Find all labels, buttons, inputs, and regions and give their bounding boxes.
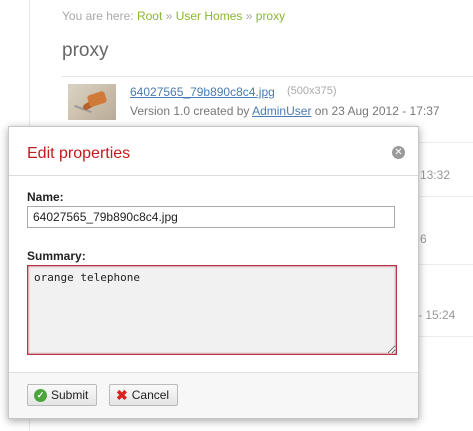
breadcrumb-separator: » <box>245 9 253 23</box>
page-title: proxy <box>62 40 109 61</box>
list-item: 64027565_79b890c8c4.jpg (500x375) Versio… <box>62 78 473 126</box>
breadcrumb-separator: » <box>165 9 173 23</box>
background-timestamp: 13:32 <box>420 168 451 182</box>
file-meta: Version 1.0 created by AdminUser on 23 A… <box>130 104 440 118</box>
background-timestamp: 6 <box>420 232 427 246</box>
dialog-header: Edit properties ✕ <box>9 127 418 176</box>
close-circle-icon[interactable]: ✕ <box>392 146 405 159</box>
name-field[interactable] <box>27 206 395 228</box>
cross-icon: ✖ <box>116 386 128 403</box>
divider <box>62 76 473 77</box>
name-label: Name: <box>27 190 64 204</box>
summary-field[interactable]: orange telephone <box>27 265 397 355</box>
cancel-button[interactable]: ✖ Cancel <box>109 384 179 406</box>
dialog-title: Edit properties <box>27 145 131 162</box>
background-timestamp: - 15:24 <box>418 308 456 322</box>
breadcrumb-item-root[interactable]: Root <box>137 9 162 23</box>
file-author-link[interactable]: AdminUser <box>252 104 311 118</box>
submit-button[interactable]: ✓ Submit <box>27 384 98 406</box>
file-meta-suffix: on 23 Aug 2012 - 17:37 <box>314 104 440 118</box>
edit-properties-dialog: Edit properties ✕ Name: Summary: orange … <box>8 126 419 419</box>
file-name-link[interactable]: 64027565_79b890c8c4.jpg <box>130 85 275 99</box>
file-meta-prefix: Version 1.0 created by <box>130 104 250 118</box>
file-thumbnail[interactable] <box>68 84 116 120</box>
summary-label: Summary: <box>27 249 86 263</box>
breadcrumb-prefix: You are here: <box>62 9 134 23</box>
breadcrumb-item-proxy[interactable]: proxy <box>256 9 285 23</box>
breadcrumb: You are here: Root » User Homes » proxy <box>62 9 285 23</box>
checkmark-icon: ✓ <box>34 388 47 402</box>
breadcrumb-item-user-homes[interactable]: User Homes <box>176 9 243 23</box>
cancel-button-label: Cancel <box>131 388 170 402</box>
dialog-footer: ✓ Submit ✖ Cancel <box>9 372 418 418</box>
file-dimensions: (500x375) <box>287 85 337 97</box>
submit-button-label: Submit <box>51 388 89 402</box>
